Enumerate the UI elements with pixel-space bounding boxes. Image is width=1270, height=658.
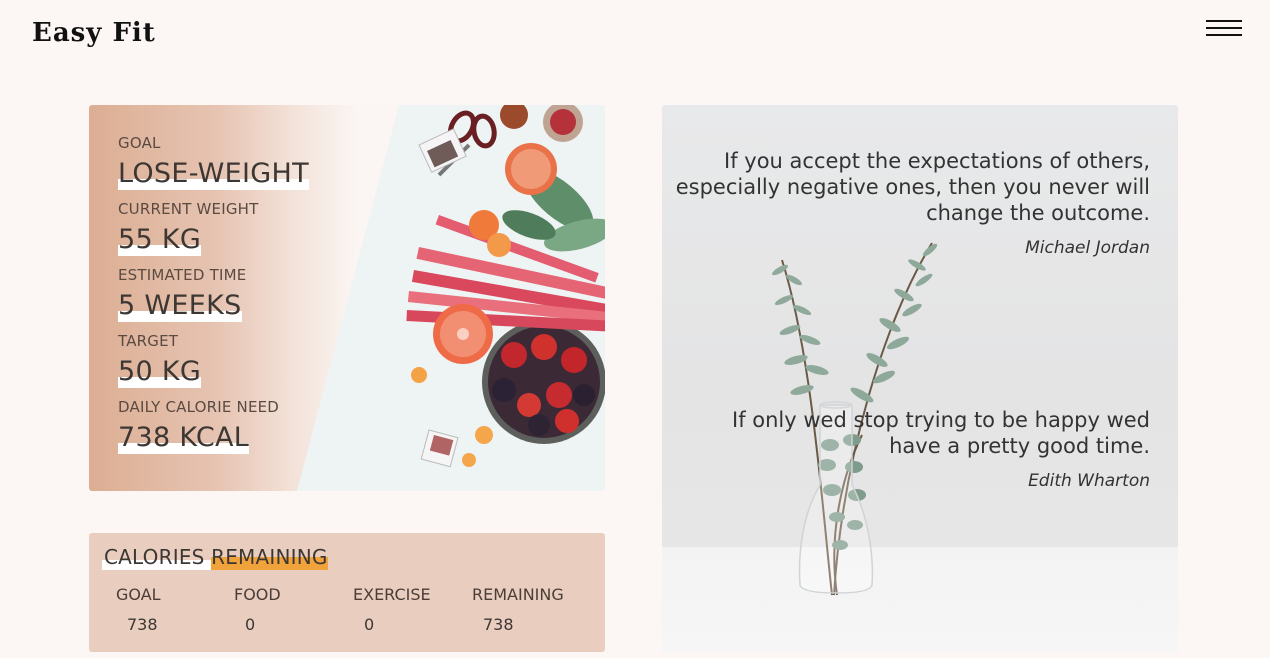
calories-header: EXERCISE [353,585,431,604]
calories-value: 0 [245,615,256,634]
quote-text-1: If you accept the expectations of others… [675,149,1150,225]
calories-col-remaining: REMAINING 738 [472,585,564,634]
calories-col-goal: GOAL 738 [116,585,161,634]
calories-col-exercise: EXERCISE 0 [353,585,431,634]
quote-text-2: If only wed stop trying to be happy wed … [732,408,1150,458]
current-weight-value: 55 KG [118,223,202,265]
calories-col-food: FOOD 0 [234,585,281,634]
goal-value: LOSE-WEIGHT [118,157,309,199]
calories-header: REMAINING [472,585,564,604]
calories-remaining-card: CALORIES REMAINING GOAL 738 FOOD 0 EXERC… [89,533,605,652]
goal-label: GOAL [118,134,161,152]
app-logo[interactable]: Easy Fit [24,18,164,48]
calories-header: GOAL [116,585,161,604]
calories-value: 738 [483,615,514,634]
goal-card: GOAL LOSE-WEIGHT CURRENT WEIGHT 55 KG ES… [89,105,605,491]
calories-header: FOOD [234,585,281,604]
quote-author-1: Michael Jordan [1025,238,1150,258]
daily-calorie-value: 738 KCAL [118,421,250,463]
goal-details: GOAL LOSE-WEIGHT CURRENT WEIGHT 55 KG ES… [118,133,309,463]
target-value: 50 KG [118,355,202,397]
estimated-time-label: ESTIMATED TIME [118,266,247,284]
calories-value: 738 [127,615,158,634]
estimated-time-value: 5 WEEKS [118,289,242,331]
calories-value: 0 [364,615,375,634]
daily-calorie-label: DAILY CALORIE NEED [118,398,280,416]
hamburger-menu-icon[interactable] [1206,20,1242,38]
target-label: TARGET [118,332,179,350]
quotes-card: If you accept the expectations of others… [662,105,1178,652]
quote-author-2: Edith Wharton [1028,471,1150,491]
current-weight-label: CURRENT WEIGHT [118,200,259,218]
calories-title: CALORIES REMAINING [104,545,328,569]
